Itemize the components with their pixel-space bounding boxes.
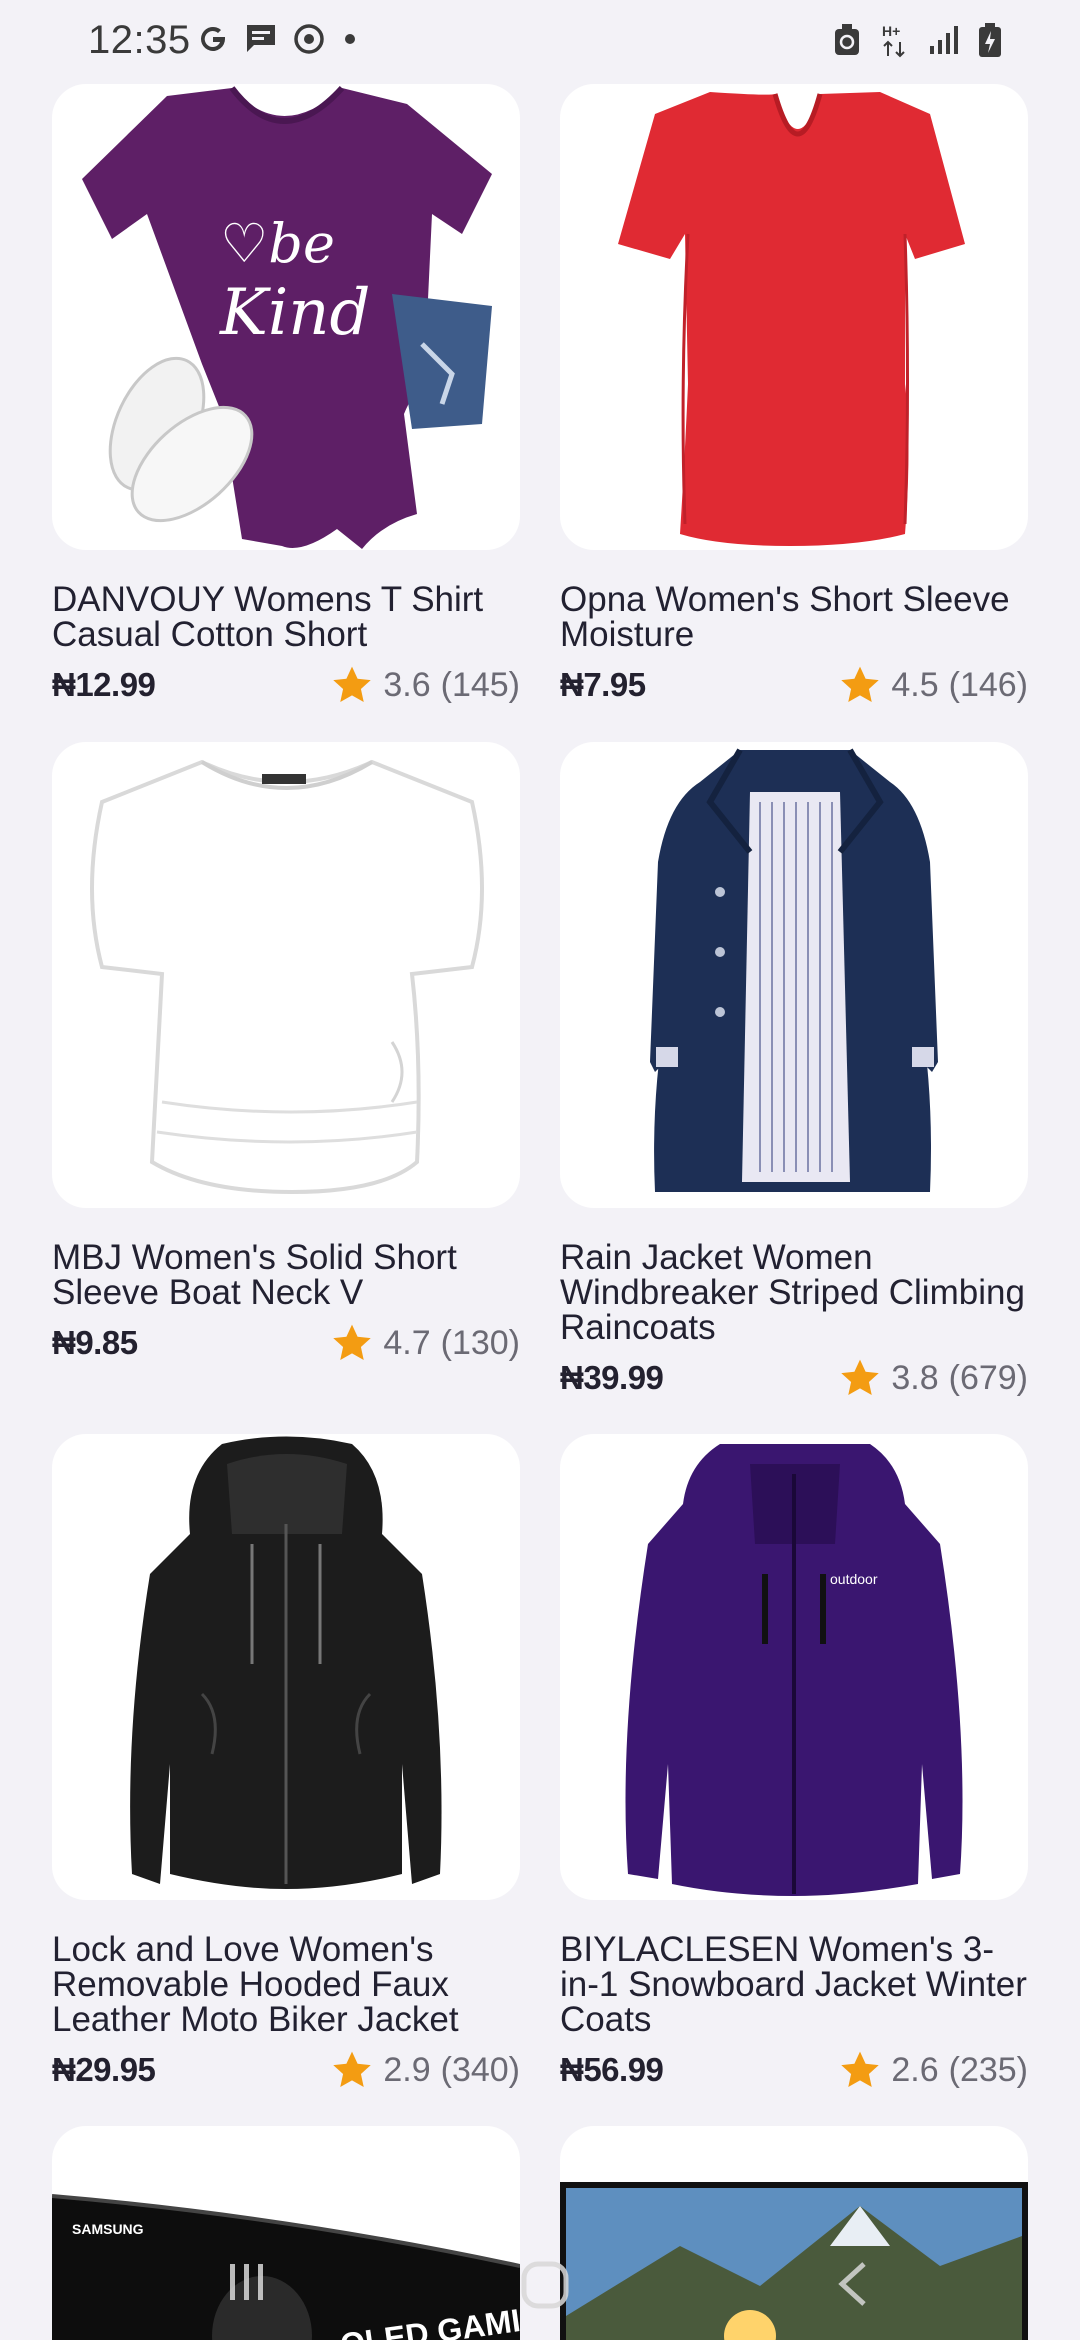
product-title[interactable]: Rain Jacket Women Windbreaker Striped Cl…: [560, 1240, 1028, 1345]
google-icon: [196, 22, 230, 56]
product-meta: ₦56.99 2.6 (235): [560, 2049, 1028, 2091]
product-image-navy-raincoat[interactable]: [560, 742, 1028, 1208]
network-label: H+: [882, 23, 900, 39]
product-title[interactable]: DANVOUY Womens T Shirt Casual Cotton Sho…: [52, 582, 520, 652]
rating-value: 4.7: [383, 1323, 431, 1362]
review-count: (130): [440, 1323, 520, 1362]
product-image-purple-tshirt[interactable]: ♡be Kind: [52, 84, 520, 550]
product-card[interactable]: Lock and Love Women's Removable Hooded F…: [52, 1434, 520, 2126]
review-count: (679): [948, 1358, 1028, 1397]
review-count: (235): [948, 2050, 1028, 2089]
monitor-brand: SAMSUNG: [72, 2221, 144, 2237]
product-image-black-leather-jacket[interactable]: [52, 1434, 520, 1900]
product-meta: ₦29.95 2.9 (340): [52, 2049, 520, 2091]
rating-value: 2.9: [383, 2050, 431, 2089]
product-rating: 2.9 (340): [331, 2049, 520, 2091]
status-bar: 12:35 H+: [0, 0, 1080, 80]
tshirt-print-kind: Kind: [219, 276, 370, 350]
product-title[interactable]: MBJ Women's Solid Short Sleeve Boat Neck…: [52, 1240, 520, 1310]
product-image-purple-snow-jacket[interactable]: outdoor: [560, 1434, 1028, 1900]
review-count: (145): [440, 665, 520, 704]
product-card[interactable]: SAMSUNG QLED GAMING: [52, 2126, 520, 2340]
product-title[interactable]: BIYLACLESEN Women's 3-in-1 Snowboard Jac…: [560, 1932, 1028, 2037]
hplus-data-icon: H+: [880, 22, 910, 58]
review-count: (340): [440, 2050, 520, 2089]
product-rating: 3.6 (145): [331, 664, 520, 706]
jacket-brand-print: outdoor: [830, 1571, 878, 1587]
product-card[interactable]: [560, 2126, 1028, 2340]
product-rating: 4.7 (130): [331, 1322, 520, 1364]
message-icon: [244, 22, 278, 56]
product-grid: ♡be Kind DANVOUY Womens T Shirt Casual C…: [52, 84, 1028, 2340]
product-card[interactable]: outdoor BIYLACLESEN Women's 3-in-1 Snowb…: [560, 1434, 1028, 2126]
star-icon: [841, 2051, 880, 2087]
star-icon: [333, 1324, 372, 1360]
product-card[interactable]: MBJ Women's Solid Short Sleeve Boat Neck…: [52, 742, 520, 1434]
dot-icon: [340, 29, 360, 49]
product-title[interactable]: Lock and Love Women's Removable Hooded F…: [52, 1932, 520, 2037]
product-meta: ₦7.95 4.5 (146): [560, 664, 1028, 706]
product-price: ₦7.95: [560, 666, 646, 703]
product-meta: ₦39.99 3.8 (679): [560, 1357, 1028, 1399]
product-price: ₦9.85: [52, 1324, 138, 1361]
product-image-red-tshirt[interactable]: [560, 84, 1028, 550]
rating-value: 4.5: [891, 665, 939, 704]
signal-icon: [928, 24, 960, 56]
star-icon: [841, 1359, 880, 1395]
product-title[interactable]: Opna Women's Short Sleeve Moisture: [560, 582, 1028, 652]
star-icon: [333, 666, 372, 702]
product-image-samsung-monitor[interactable]: SAMSUNG QLED GAMING: [52, 2126, 520, 2340]
product-card[interactable]: ♡be Kind DANVOUY Womens T Shirt Casual C…: [52, 84, 520, 742]
rating-value: 2.6: [891, 2050, 939, 2089]
battery-icon: [978, 22, 1002, 58]
product-price: ₦56.99: [560, 2051, 664, 2088]
product-rating: 2.6 (235): [839, 2049, 1028, 2091]
product-image-white-top[interactable]: [52, 742, 520, 1208]
status-left-icons: [196, 22, 360, 56]
product-card[interactable]: Rain Jacket Women Windbreaker Striped Cl…: [560, 742, 1028, 1434]
product-price: ₦39.99: [560, 1359, 664, 1396]
product-price: ₦29.95: [52, 2051, 156, 2088]
product-meta: ₦9.85 4.7 (130): [52, 1322, 520, 1364]
rating-value: 3.6: [383, 665, 431, 704]
tshirt-print-be: ♡be: [220, 212, 335, 275]
rating-value: 3.8: [891, 1358, 939, 1397]
product-rating: 4.5 (146): [839, 664, 1028, 706]
recycle-icon: [832, 23, 862, 57]
product-meta: ₦12.99 3.6 (145): [52, 664, 520, 706]
review-count: (146): [948, 665, 1028, 704]
product-image-landscape-monitor[interactable]: [560, 2126, 1028, 2340]
sync-icon: [292, 22, 326, 56]
status-right-icons: H+: [832, 22, 1002, 58]
status-time: 12:35: [88, 18, 191, 62]
product-rating: 3.8 (679): [839, 1357, 1028, 1399]
star-icon: [841, 666, 880, 702]
product-card[interactable]: Opna Women's Short Sleeve Moisture ₦7.95…: [560, 84, 1028, 742]
star-icon: [333, 2051, 372, 2087]
product-price: ₦12.99: [52, 666, 156, 703]
